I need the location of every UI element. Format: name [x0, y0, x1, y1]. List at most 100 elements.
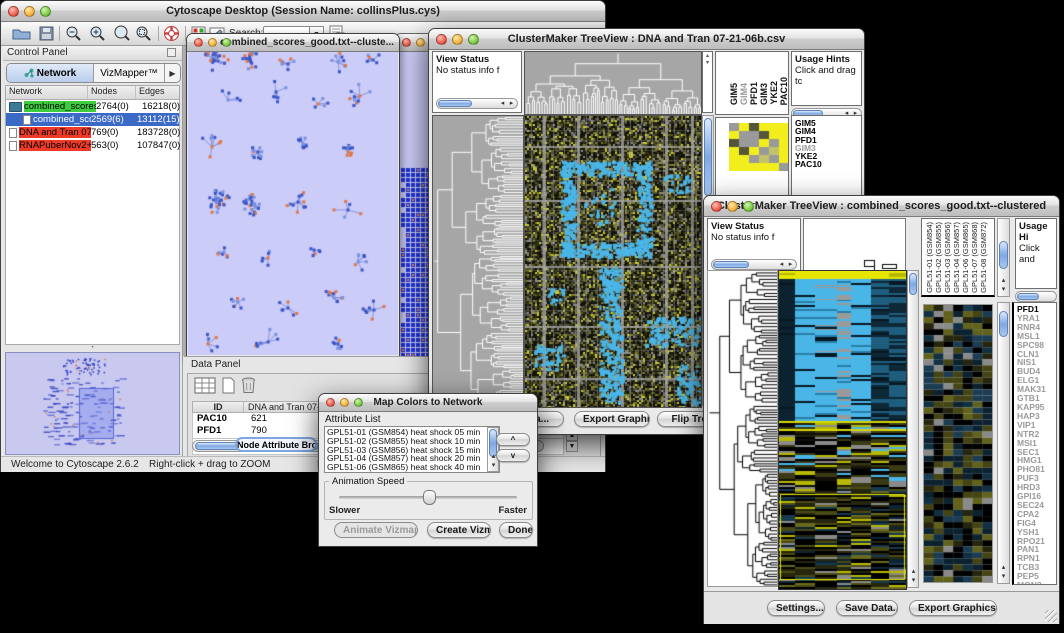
col-edges[interactable]: Edges — [136, 86, 179, 99]
close-icon[interactable] — [194, 38, 203, 47]
zoom-window-icon[interactable] — [468, 34, 479, 45]
open-file-icon[interactable] — [12, 26, 31, 41]
scroll-thumb[interactable] — [704, 118, 712, 196]
matrix-column-label[interactable]: PFD1 — [749, 82, 759, 105]
scroll-down-icon[interactable]: ▾ — [489, 461, 498, 471]
zoom-window-icon[interactable] — [743, 201, 754, 212]
move-down-button[interactable]: v — [496, 449, 530, 462]
node-attribute-browser-button[interactable]: Node Attribute Brows — [235, 437, 317, 452]
scroll-thumb[interactable] — [713, 261, 749, 268]
scroll-thumb[interactable] — [909, 273, 917, 295]
resize-grip[interactable] — [1045, 610, 1057, 622]
panel-splitter[interactable]: • — [5, 346, 180, 351]
treeview1-column-labels[interactable]: GIM5GIM4PFD1GIM3YKE2PAC10 — [715, 51, 789, 115]
minimize-icon[interactable] — [208, 38, 217, 47]
network-overview-canvas[interactable] — [7, 354, 178, 453]
scroll-left-icon[interactable]: ◂ — [498, 99, 507, 109]
tab-network[interactable]: Network — [7, 64, 94, 82]
treeview1-titlebar[interactable]: ClusterMaker TreeView : DNA and Tran 07-… — [429, 29, 864, 50]
experiment-column-label[interactable]: GPL51-01 (GSM854) — [925, 222, 934, 293]
close-icon[interactable] — [326, 398, 335, 407]
scroll-thumb[interactable] — [999, 311, 1008, 337]
treeview2-collabel-scrollbar[interactable]: ▴ ▾ — [997, 218, 1010, 297]
treeview2-column-labels[interactable]: GPL51-01 (GSM854)GPL51-02 (GSM855)GPL51-… — [921, 218, 995, 297]
float-panel-icon[interactable] — [167, 48, 176, 57]
zoom-in-icon[interactable] — [89, 25, 107, 42]
experiment-column-label[interactable]: GPL51-02 (GSM855) — [934, 222, 943, 293]
close-icon[interactable] — [402, 38, 411, 47]
tab-vizmapper[interactable]: VizMapper™ — [94, 64, 165, 82]
experiment-column-label[interactable]: GPL51-08 (GSM872) — [979, 222, 988, 293]
col-nodes[interactable]: Nodes — [88, 86, 136, 99]
treeview2-row-dendrogram[interactable] — [707, 270, 778, 587]
matrix-column-label[interactable]: GIM5 — [729, 83, 739, 105]
treeview1-column-dendrogram[interactable] — [524, 51, 702, 115]
scroll-right-icon[interactable]: ▸ — [786, 260, 795, 270]
treeview1-yellow-matrix[interactable] — [729, 123, 789, 171]
experiment-column-label[interactable]: GPL51-07 (GSM868) — [970, 222, 979, 293]
zoom-window-icon[interactable] — [222, 38, 231, 47]
minimize-icon[interactable] — [416, 38, 425, 47]
col-id[interactable]: ID — [193, 402, 244, 412]
treeview2-zoom-scrollbar[interactable]: ▴ ▾ — [997, 302, 1010, 584]
minimize-icon[interactable] — [452, 34, 463, 45]
dialog-button-1[interactable]: Create Vizmap — [427, 522, 491, 538]
treeview2-heatmap[interactable] — [778, 270, 907, 590]
attribute-table-icon[interactable] — [194, 377, 216, 394]
help-lifering-icon[interactable] — [163, 25, 180, 42]
attribute-item[interactable]: GPL51-07 (GSM868) heat shock 60 min — [327, 472, 485, 473]
usage-hints-scrollbar[interactable] — [1015, 291, 1057, 302]
matrix-row-label[interactable]: PAC10 — [795, 160, 861, 168]
zoom-out-icon[interactable] — [65, 25, 83, 42]
treeview2-zoom-heatmap[interactable] — [923, 304, 993, 583]
treeview2-column-dendrogram[interactable] — [803, 218, 906, 276]
view-status-scrollbar[interactable]: ◂ ▸ — [436, 98, 518, 109]
scroll-thumb[interactable] — [1017, 293, 1039, 300]
delete-trash-icon[interactable] — [241, 376, 256, 394]
close-icon[interactable] — [8, 6, 19, 17]
move-up-button[interactable]: ^ — [496, 433, 530, 446]
zoom-window-icon[interactable] — [40, 6, 51, 17]
matrix-column-label[interactable]: GIM4 — [739, 83, 749, 105]
scroll-down-icon[interactable]: ▼ — [566, 441, 578, 452]
minimize-icon[interactable] — [727, 201, 738, 212]
treeview1-row-dendrogram[interactable] — [432, 115, 524, 408]
main-titlebar[interactable]: Cytoscape Desktop (Session Name: collins… — [1, 1, 605, 22]
scroll-thumb[interactable] — [438, 100, 472, 107]
network1-titlebar[interactable]: combined_scores_good.txt--cluste... — [187, 34, 399, 52]
scroll-right-icon[interactable]: ▸ — [507, 99, 516, 109]
network1-canvas[interactable] — [188, 52, 398, 355]
network-tree-row[interactable]: combined_scores2764(0)16218(0) — [6, 100, 179, 113]
scroll-down-icon[interactable]: ▾ — [999, 572, 1008, 582]
new-attribute-icon[interactable] — [221, 377, 236, 394]
view-status-scrollbar[interactable]: ◂ ▸ — [711, 259, 797, 270]
scroll-left-icon[interactable]: ◂ — [777, 260, 786, 270]
treeview2-gene-list[interactable]: PFD1YRA1RNR4MSL1SPC98CLN1NIS1BUD4ELG1MAK… — [1012, 302, 1057, 585]
close-icon[interactable] — [436, 34, 447, 45]
col-network[interactable]: Network — [6, 86, 88, 99]
attribute-listbox[interactable]: GPL51-01 (GSM854) heat shock 05 minGPL51… — [324, 426, 500, 473]
scroll-down-icon[interactable]: ▾ — [909, 576, 918, 586]
scroll-thumb[interactable] — [999, 241, 1008, 269]
treeview2-heatmap-scrollbar[interactable]: ▴ ▾ — [907, 270, 919, 588]
minimize-icon[interactable] — [24, 6, 35, 17]
zoom-fit-icon[interactable] — [113, 25, 131, 42]
treeview1-heatmap[interactable] — [524, 115, 702, 408]
zoom-selected-icon[interactable] — [135, 25, 153, 42]
minimize-icon[interactable] — [340, 398, 349, 407]
experiment-column-label[interactable]: GPL51-03 (GSM856) — [943, 222, 952, 293]
network-tree-row[interactable]: DNA and Tran 07769(0)183728(0) — [6, 126, 179, 139]
matrix-column-label[interactable]: GIM3 — [759, 83, 769, 105]
matrix-column-label[interactable]: PAC10 — [779, 77, 789, 105]
speed-slider-thumb[interactable] — [423, 490, 436, 505]
matrix-column-label[interactable]: YKE2 — [769, 81, 779, 105]
scroll-down-icon[interactable]: ▾ — [999, 285, 1008, 295]
treeview2-button-1[interactable]: Save Data... — [836, 600, 898, 616]
experiment-column-label[interactable]: GPL51-04 (GSM857) — [952, 222, 961, 293]
save-icon[interactable] — [39, 26, 54, 41]
close-icon[interactable] — [711, 201, 722, 212]
treeview1-button-1[interactable]: Export Graphics... — [574, 411, 650, 427]
treeview1-tree-spinner[interactable]: ▴▾ — [702, 51, 713, 113]
experiment-column-label[interactable]: GPL51-06 (GSM865) — [961, 222, 970, 293]
zoom-window-icon[interactable] — [354, 398, 363, 407]
